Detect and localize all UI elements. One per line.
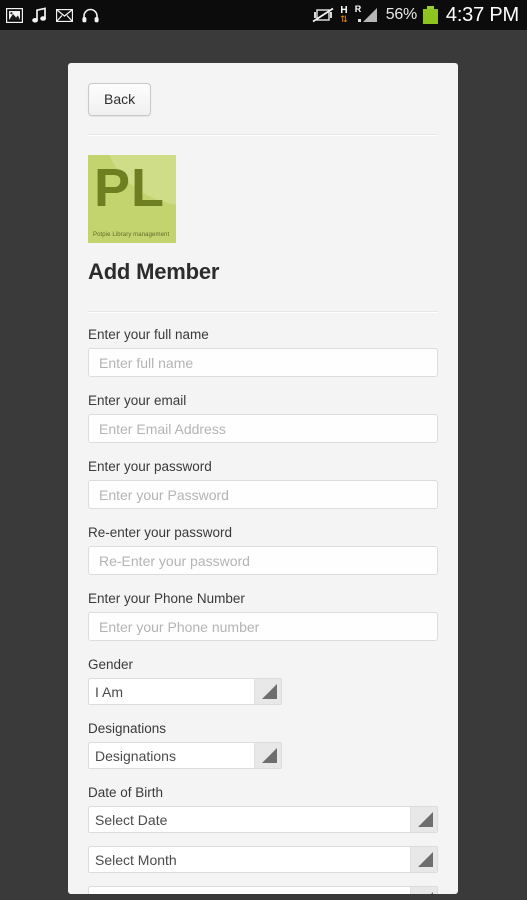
field-confirm-password: Re-enter your password xyxy=(88,525,438,575)
vibrate-off-icon xyxy=(312,7,334,23)
clock-label: 4:37 PM xyxy=(445,3,519,26)
field-full-name: Enter your full name xyxy=(88,327,438,377)
designations-select[interactable]: Designations xyxy=(88,742,282,769)
dob-month-select[interactable]: Select Month xyxy=(88,846,438,873)
field-email: Enter your email xyxy=(88,393,438,443)
gender-select-value: I Am xyxy=(95,683,124,700)
android-status-bar: H ⇅ R 56% 4:37 PM xyxy=(0,0,527,30)
status-bar-system-icons: H ⇅ R 56% 4:37 PM xyxy=(312,4,519,27)
battery-percent-label: 56% xyxy=(385,6,417,23)
dropdown-triangle-icon xyxy=(410,807,437,832)
field-designations: Designations Designations xyxy=(88,721,438,769)
email-input[interactable] xyxy=(88,414,438,443)
page-title: Add Member xyxy=(88,259,220,284)
field-date-of-birth: Date of Birth Select Date Select Month S… xyxy=(88,785,438,894)
confirm-password-input[interactable] xyxy=(88,546,438,575)
app-page-card: Back PL Potpie Library management Add Me… xyxy=(68,63,458,894)
label-phone: Enter your Phone Number xyxy=(88,591,245,606)
label-date-of-birth: Date of Birth xyxy=(88,785,164,800)
dob-year-select-value: Select Year xyxy=(89,892,410,895)
label-designations: Designations xyxy=(88,721,167,736)
logo-initials: PL xyxy=(94,158,166,218)
field-phone: Enter your Phone Number xyxy=(88,591,438,641)
label-email: Enter your email xyxy=(88,393,187,408)
dropdown-triangle-icon xyxy=(410,887,437,894)
logo-container: PL Potpie Library management xyxy=(88,136,438,243)
field-gender: Gender I Am xyxy=(88,657,438,705)
full-name-input[interactable] xyxy=(88,348,438,377)
card-content: Back PL Potpie Library management Add Me… xyxy=(68,63,458,894)
designations-select-value: Designations xyxy=(95,747,176,764)
back-button[interactable]: Back xyxy=(88,83,152,116)
headphones-icon xyxy=(82,8,99,23)
dropdown-triangle-icon xyxy=(254,743,281,768)
dropdown-triangle-icon xyxy=(254,679,281,704)
status-bar-notification-icons xyxy=(6,7,99,23)
label-confirm-password: Re-enter your password xyxy=(88,525,233,540)
field-password: Enter your password xyxy=(88,459,438,509)
data-transfer-arrows-icon: ⇅ xyxy=(340,14,348,24)
dob-year-select[interactable]: Select Year xyxy=(88,886,438,894)
image-icon xyxy=(6,7,23,23)
dob-day-select[interactable]: Select Date xyxy=(88,806,438,833)
logo-tagline: Potpie Library management xyxy=(93,232,170,238)
label-password: Enter your password xyxy=(88,459,212,474)
header-bar: Back xyxy=(88,63,438,134)
add-member-form: Enter your full name Enter your email En… xyxy=(88,313,438,894)
phone-input[interactable] xyxy=(88,612,438,641)
password-input[interactable] xyxy=(88,480,438,509)
app-logo: PL Potpie Library management xyxy=(88,155,176,243)
hspa-network-icon: H ⇅ xyxy=(340,6,348,24)
label-full-name: Enter your full name xyxy=(88,327,209,342)
label-gender: Gender xyxy=(88,657,134,672)
dob-month-select-value: Select Month xyxy=(95,851,177,868)
roaming-signal-icon: R xyxy=(354,4,380,25)
dob-day-select-value: Select Date xyxy=(95,811,168,828)
gender-select[interactable]: I Am xyxy=(88,678,282,705)
dropdown-triangle-icon xyxy=(410,847,437,872)
music-note-icon xyxy=(32,7,47,23)
mail-icon xyxy=(56,8,73,22)
battery-icon xyxy=(422,6,438,24)
